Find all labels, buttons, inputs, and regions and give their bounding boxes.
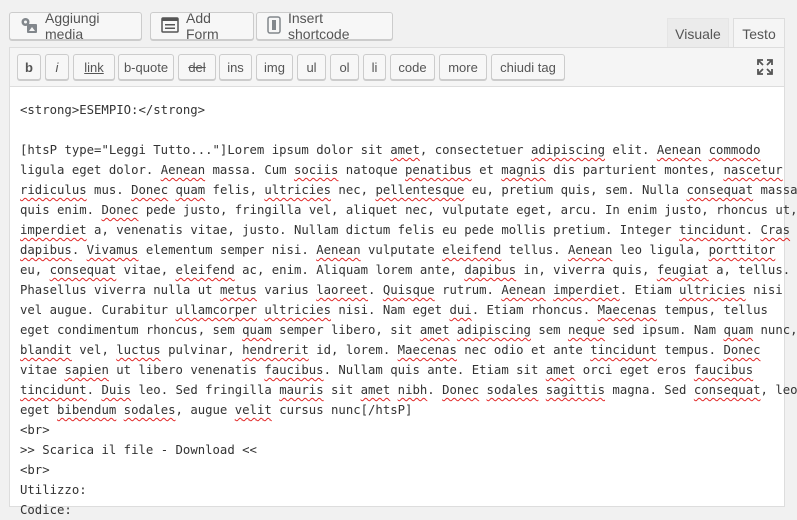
close-tags-button[interactable]: chiudi tag [491, 54, 565, 80]
ol-button[interactable]: ol [330, 54, 359, 80]
content-line: quis enim. Donec pede justo, fringilla v… [20, 203, 797, 217]
content-line: ridiculus mus. Donec quam felis, ultrici… [20, 183, 797, 197]
content-line: eu, consequat vitae, eleifend ac, enim. … [20, 263, 791, 277]
tab-visual[interactable]: Visuale [667, 18, 729, 48]
content-line: imperdiet a, venenatis vitae, justo. Nul… [20, 223, 791, 237]
text-editor: b i link b-quote del ins img ul ol li co… [9, 47, 797, 517]
li-button[interactable]: li [363, 54, 386, 80]
more-button[interactable]: more [439, 54, 487, 80]
content-line: tincidunt. Duis leo. Sed fringilla mauri… [20, 383, 797, 397]
bold-button[interactable]: b [17, 54, 41, 80]
content-line: Phasellus viverra nulla ut metus varius … [20, 283, 783, 297]
img-button[interactable]: img [256, 54, 293, 80]
add-form-button[interactable]: Add Form [150, 10, 254, 42]
add-media-label: Aggiungi media [45, 10, 100, 42]
ul-button[interactable]: ul [297, 54, 326, 80]
content-line: eget condimentum rhoncus, sem quam sempe… [20, 323, 797, 337]
tab-text[interactable]: Testo [733, 18, 785, 49]
content-textarea[interactable]: <strong>ESEMPIO:</strong> [htsP type="Leg… [20, 100, 797, 520]
content-line: <br> [20, 463, 50, 477]
italic-button[interactable]: i [45, 54, 69, 80]
insert-shortcode-label: Insert shortcode [288, 10, 350, 42]
add-form-label: Add Form [186, 10, 219, 42]
ins-button[interactable]: ins [219, 54, 252, 80]
content-line: blandit vel, luctus pulvinar, hendrerit … [20, 343, 761, 357]
content-line: ligula eget dolor. Aenean massa. Cum soc… [20, 163, 783, 177]
form-icon [161, 16, 179, 36]
insert-shortcode-button[interactable]: Insert shortcode [256, 10, 393, 42]
content-line: Utilizzo: [20, 483, 87, 497]
content-line [20, 120, 776, 140]
quicktags-toolbar: b i link b-quote del ins img ul ol li co… [10, 48, 784, 87]
content-line: <br> [20, 423, 50, 437]
del-button[interactable]: del [178, 54, 216, 80]
media-icon [20, 16, 38, 37]
link-button[interactable]: link [73, 54, 115, 80]
content-line: eget bibendum sodales, augue velit cursu… [20, 403, 413, 417]
content-line: [htsP type="Leggi Tutto..."]Lorem ipsum … [20, 143, 761, 157]
content-line: >> Scarica il file - Download << [20, 443, 257, 457]
content-line: <strong>ESEMPIO:</strong> [20, 103, 206, 117]
add-media-button[interactable]: Aggiungi media [9, 10, 142, 42]
content-line: dapibus. Vivamus elementum semper nisi. … [20, 243, 776, 257]
shortcode-icon [267, 15, 281, 37]
blockquote-button[interactable]: b-quote [118, 54, 174, 80]
content-line: vitae sapien ut libero venenatis faucibu… [20, 363, 754, 377]
fullscreen-icon[interactable] [755, 57, 775, 77]
content-line: vel augue. Curabitur ullamcorper ultrici… [20, 303, 768, 317]
code-button[interactable]: code [390, 54, 435, 80]
content-line: Codice: [20, 503, 72, 517]
